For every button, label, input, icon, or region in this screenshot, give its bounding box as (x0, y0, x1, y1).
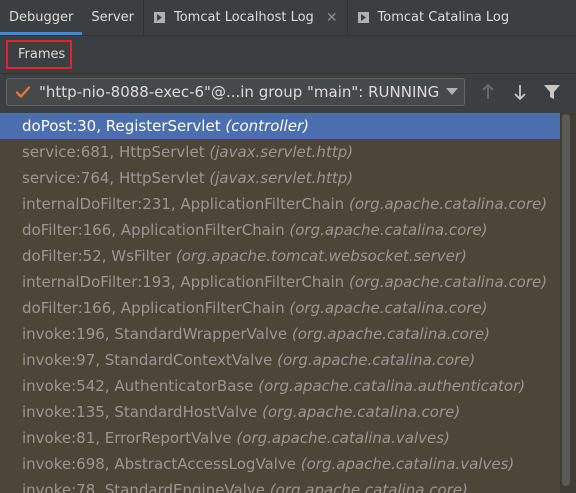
frame-package: (org.apache.catalina.core) (289, 299, 488, 317)
check-icon (15, 84, 31, 100)
frame-method: invoke:135, StandardHostValve (22, 403, 258, 421)
frame-package: (org.apache.catalina.valves) (300, 455, 515, 473)
close-icon[interactable]: ✕ (326, 10, 338, 26)
frame-package: (controller) (225, 117, 309, 135)
stack-frame-row[interactable]: doFilter:166, ApplicationFilterChain (or… (0, 295, 560, 321)
tab-tomcat-localhost-log[interactable]: Tomcat Localhost Log ✕ (144, 0, 347, 35)
stack-frame-row[interactable]: internalDoFilter:193, ApplicationFilterC… (0, 269, 560, 295)
stack-frame-row[interactable]: invoke:81, ErrorReportValve (org.apache.… (0, 425, 560, 451)
stack-frame-row[interactable]: invoke:196, StandardWrapperValve (org.ap… (0, 321, 560, 347)
stack-frame-row[interactable]: doPost:30, RegisterServlet (controller) (0, 113, 560, 139)
frames-list: doPost:30, RegisterServlet (controller) s… (0, 113, 560, 493)
frame-method: invoke:542, AuthenticatorBase (22, 377, 254, 395)
stack-frame-row[interactable]: doFilter:52, WsFilter (org.apache.tomcat… (0, 243, 560, 269)
scrollbar-thumb[interactable] (562, 114, 570, 486)
frame-package: (javax.servlet.http) (209, 169, 354, 187)
stack-frame-row[interactable]: invoke:135, StandardHostValve (org.apach… (0, 399, 560, 425)
stack-frame-row[interactable]: service:764, HttpServlet (javax.servlet.… (0, 165, 560, 191)
frame-package: (org.apache.catalina.core) (348, 195, 548, 213)
frames-label-text: Frames (18, 47, 66, 62)
frame-method: internalDoFilter:231, ApplicationFilterC… (22, 195, 345, 213)
frame-method: invoke:196, StandardWrapperValve (22, 325, 288, 343)
frame-package: (org.apache.catalina.authenticator) (258, 377, 526, 395)
stack-frame-row[interactable]: doFilter:166, ApplicationFilterChain (or… (0, 217, 560, 243)
frame-method: invoke:97, StandardContextValve (22, 351, 273, 369)
frame-method: doFilter:166, ApplicationFilterChain (22, 221, 285, 239)
frame-method: service:764, HttpServlet (22, 169, 205, 187)
frame-package: (org.apache.catalina.valves) (236, 429, 450, 447)
tab-label: Tomcat Catalina Log (377, 10, 510, 25)
frame-package: (org.apache.catalina.core) (348, 273, 548, 291)
frame-method: internalDoFilter:193, ApplicationFilterC… (22, 273, 345, 291)
frame-package: (org.apache.tomcat.websocket.server) (175, 247, 467, 265)
frames-header: Frames (0, 36, 576, 74)
tool-window-tabbar: Debugger Server Tomcat Localhost Log ✕ T… (0, 0, 576, 36)
tab-debugger[interactable]: Debugger (0, 0, 83, 35)
filter-icon (544, 85, 560, 99)
frame-package: (org.apache.catalina.core) (269, 481, 468, 493)
debug-tool-window: Debugger Server Tomcat Localhost Log ✕ T… (0, 0, 576, 493)
frame-package: (org.apache.catalina.core) (289, 221, 488, 239)
stack-frame-row[interactable]: invoke:78, StandardEngineValve (org.apac… (0, 477, 560, 493)
frame-method: doPost:30, RegisterServlet (22, 117, 221, 135)
stack-frame-row[interactable]: internalDoFilter:231, ApplicationFilterC… (0, 191, 560, 217)
frame-package: (javax.servlet.http) (209, 143, 354, 161)
frame-method: invoke:81, ErrorReportValve (22, 429, 232, 447)
tab-tomcat-catalina-log[interactable]: Tomcat Catalina Log (348, 0, 519, 35)
frame-method: service:681, HttpServlet (22, 143, 205, 161)
next-frame-button[interactable] (509, 81, 531, 103)
thread-selected-value: "http-nio-8088-exec-6"@...in group "main… (39, 83, 440, 101)
log-icon (357, 11, 370, 24)
arrow-up-icon (482, 83, 494, 99)
stack-frame-row[interactable]: service:681, HttpServlet (javax.servlet.… (0, 139, 560, 165)
frame-method: doFilter:52, WsFilter (22, 247, 172, 265)
previous-frame-button[interactable] (477, 81, 499, 103)
chevron-down-icon[interactable] (446, 88, 458, 95)
log-icon (153, 11, 166, 24)
tab-server[interactable]: Server (82, 0, 143, 35)
frame-method: invoke:78, StandardEngineValve (22, 481, 265, 493)
tab-label: Tomcat Localhost Log (174, 10, 314, 25)
thread-selector-row: "http-nio-8088-exec-6"@...in group "main… (0, 74, 576, 112)
frame-method: invoke:698, AbstractAccessLogValve (22, 455, 296, 473)
stack-frame-row[interactable]: invoke:97, StandardContextValve (org.apa… (0, 347, 560, 373)
stack-frame-row[interactable]: invoke:698, AbstractAccessLogValve (org.… (0, 451, 560, 477)
thread-dropdown[interactable]: "http-nio-8088-exec-6"@...in group "main… (6, 78, 465, 106)
frame-package: (org.apache.catalina.core) (262, 403, 461, 421)
stack-frame-row[interactable]: invoke:542, AuthenticatorBase (org.apach… (0, 373, 560, 399)
frames-title[interactable]: Frames (6, 40, 72, 69)
filter-button[interactable] (541, 81, 563, 103)
frame-method: doFilter:166, ApplicationFilterChain (22, 299, 285, 317)
frame-package: (org.apache.catalina.core) (291, 325, 491, 343)
frame-package: (org.apache.catalina.core) (277, 351, 476, 369)
tab-label: Server (91, 10, 134, 25)
tab-label: Debugger (9, 10, 74, 25)
arrow-down-icon (514, 85, 526, 101)
